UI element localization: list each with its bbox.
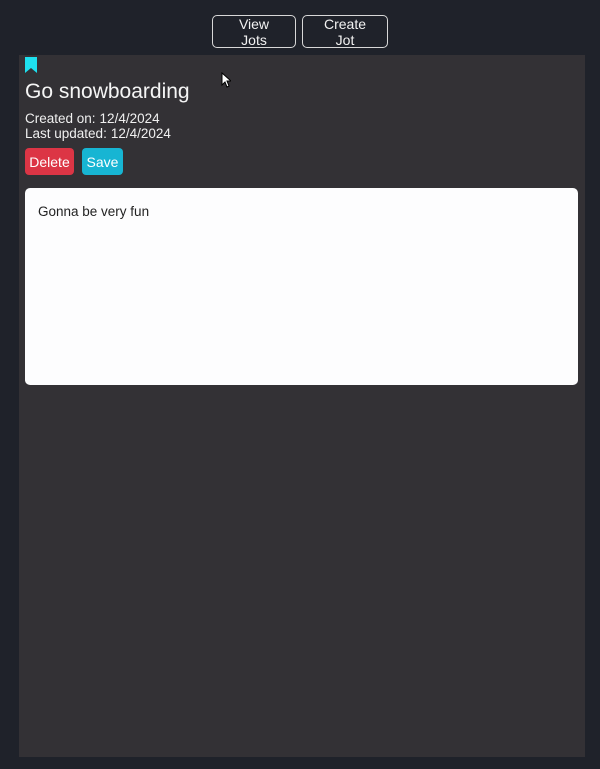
create-jot-button[interactable]: Create Jot — [302, 15, 388, 48]
jot-title: Go snowboarding — [25, 80, 190, 103]
created-on-date: 12/4/2024 — [99, 111, 160, 126]
view-jots-button[interactable]: View Jots — [212, 15, 296, 48]
delete-button[interactable]: Delete — [25, 148, 74, 175]
last-updated-date: 12/4/2024 — [110, 126, 171, 141]
bookmark-icon[interactable] — [25, 57, 37, 73]
jot-detail-panel: Go snowboarding Created on: 12/4/2024 Las… — [19, 55, 585, 757]
last-updated-line: Last updated: 12/4/2024 — [25, 126, 171, 141]
save-button[interactable]: Save — [82, 148, 123, 175]
mouse-pointer-icon — [221, 71, 233, 88]
top-navigation: View Jots Create Jot — [0, 15, 600, 49]
last-updated-label: Last updated: — [25, 126, 107, 141]
jot-content-editor[interactable]: Gonna be very fun — [25, 188, 578, 385]
created-on-label: Created on: — [25, 111, 96, 126]
created-on-line: Created on: 12/4/2024 — [25, 111, 160, 126]
jot-content-text[interactable]: Gonna be very fun — [38, 204, 565, 219]
